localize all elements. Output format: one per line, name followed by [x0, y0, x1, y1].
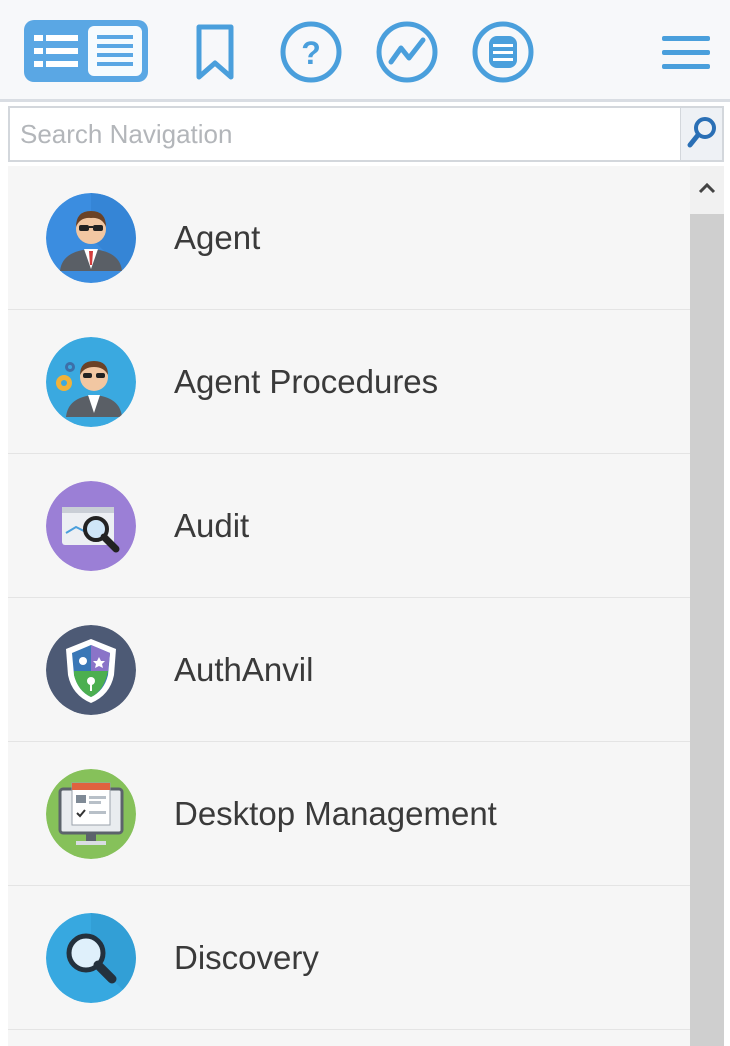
desktop-management-icon — [46, 768, 136, 859]
nav-item-audit[interactable]: Audit — [8, 454, 690, 598]
navigation-panel: Agent Agent Procedures Audit AuthAnvil D… — [8, 166, 724, 1046]
nav-item-label: Audit — [174, 506, 250, 544]
help-icon[interactable]: ? — [278, 20, 344, 84]
bookmark-icon[interactable] — [190, 22, 240, 82]
nav-item-label: Discovery — [174, 938, 319, 976]
hamburger-menu-icon[interactable] — [658, 28, 714, 76]
nav-item-label: Agent — [174, 218, 261, 256]
nav-item-label: Agent Procedures — [174, 362, 439, 400]
nav-item-discovery[interactable]: Discovery — [8, 886, 690, 1030]
nav-item-agent-procedures[interactable]: Agent Procedures — [8, 310, 690, 454]
navigation-list: Agent Agent Procedures Audit AuthAnvil D… — [8, 166, 690, 1046]
svg-text:?: ? — [301, 35, 321, 71]
discovery-icon — [46, 912, 136, 1003]
database-icon[interactable] — [470, 20, 536, 84]
nav-item-authanvil[interactable]: AuthAnvil — [8, 598, 690, 742]
search-box — [8, 106, 724, 162]
nav-item-desktop-management[interactable]: Desktop Management — [8, 742, 690, 886]
navigation-tree-icon[interactable] — [24, 20, 148, 82]
nav-item-agent[interactable]: Agent — [8, 166, 690, 310]
audit-icon — [46, 480, 136, 571]
nav-item-label: AuthAnvil — [174, 650, 314, 688]
toolbar: ? — [0, 0, 730, 102]
agent-procedures-icon — [46, 336, 136, 427]
search-input[interactable] — [10, 108, 682, 160]
chart-icon[interactable] — [374, 20, 440, 84]
search-icon — [687, 116, 717, 153]
agent-icon — [46, 192, 136, 283]
authanvil-icon — [46, 624, 136, 715]
search-button[interactable] — [680, 108, 722, 160]
nav-item-label: Desktop Management — [174, 794, 497, 832]
scroll-up-button[interactable] — [690, 166, 724, 214]
chevron-up-icon — [697, 181, 717, 200]
scrollbar[interactable] — [690, 166, 724, 1046]
